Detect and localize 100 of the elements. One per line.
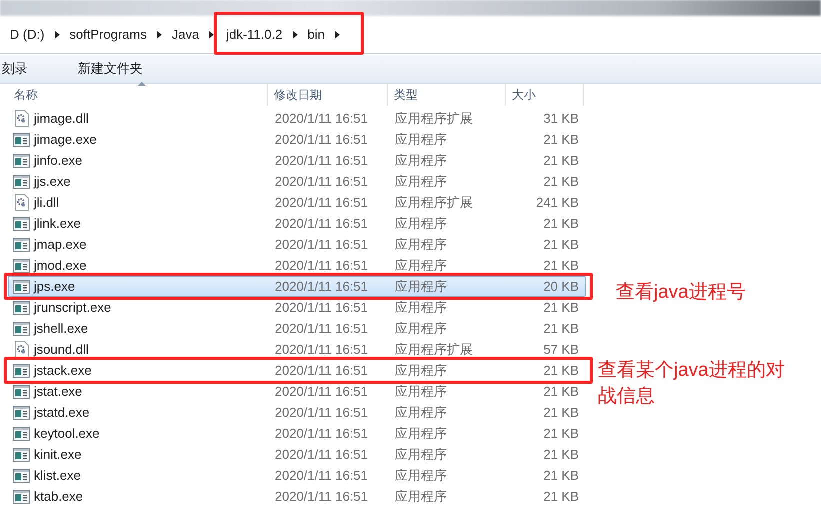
toolbar-button[interactable]: 刻录 (2, 60, 28, 78)
column-header[interactable]: 大小 (506, 84, 584, 106)
program-icon (13, 174, 30, 188)
modified-date: 2020/1/11 16:51 (274, 216, 370, 231)
program-icon (13, 448, 30, 462)
file-size: 21 KB (542, 426, 579, 441)
file-row[interactable]: kinit.exe 2020/1/11 16:51 应用程序 21 KB (8, 444, 586, 465)
modified-date: 2020/1/11 16:51 (274, 384, 370, 399)
gear-file-icon (14, 194, 28, 211)
file-size: 21 KB (542, 489, 579, 504)
modified-date: 2020/1/11 16:51 (274, 195, 370, 210)
file-size: 21 KB (542, 405, 579, 420)
file-row[interactable]: jimage.exe 2020/1/11 16:51 应用程序 21 KB (8, 129, 586, 150)
file-size: 21 KB (542, 216, 579, 231)
file-type: 应用程序 (394, 236, 448, 254)
program-icon (13, 154, 30, 168)
program-icon (13, 426, 30, 440)
file-row[interactable]: jshell.exe 2020/1/11 16:51 应用程序 21 KB (8, 318, 586, 339)
chevron-icon[interactable] (209, 30, 214, 38)
file-size: 20 KB (542, 279, 579, 294)
file-name: jmod.exe (34, 258, 87, 273)
file-size: 21 KB (542, 384, 579, 399)
modified-date: 2020/1/11 16:51 (274, 132, 370, 147)
file-row[interactable]: jmod.exe 2020/1/11 16:51 应用程序 21 KB (8, 255, 586, 276)
file-type: 应用程序 (394, 298, 448, 316)
file-type: 应用程序 (394, 320, 448, 338)
file-type: 应用程序 (394, 466, 448, 484)
file-size: 57 KB (542, 342, 579, 357)
path-crumb[interactable]: jdk-11.0.2 (222, 27, 287, 42)
annotation-note: 查看某个java进程的对战信息 (598, 359, 786, 409)
file-size: 21 KB (542, 132, 579, 147)
chevron-icon[interactable] (54, 30, 60, 38)
file-name: jstack.exe (34, 363, 92, 378)
modified-date: 2020/1/11 16:51 (274, 111, 370, 126)
modified-date: 2020/1/11 16:51 (274, 489, 370, 504)
column-header[interactable]: 类型 (388, 84, 506, 106)
program-icon (13, 216, 30, 230)
chevron-icon[interactable] (292, 30, 298, 38)
column-header[interactable]: 名称 (8, 84, 268, 106)
chevron-icon[interactable] (334, 30, 340, 38)
program-icon (13, 238, 30, 252)
path-crumb[interactable]: bin (304, 27, 329, 42)
program-icon (13, 322, 30, 336)
modified-date: 2020/1/11 16:51 (274, 426, 370, 441)
path-crumb[interactable]: softPrograms (66, 27, 151, 42)
file-row[interactable]: jrunscript.exe 2020/1/11 16:51 应用程序 21 KB (8, 297, 586, 318)
file-name: klist.exe (34, 468, 81, 483)
file-size: 21 KB (542, 321, 579, 336)
sort-caret-icon (138, 82, 146, 86)
program-icon (13, 364, 30, 378)
file-row[interactable]: jimage.dll 2020/1/11 16:51 应用程序扩展 31 KB (8, 108, 586, 129)
path-crumb[interactable]: D (D:) (6, 27, 49, 42)
column-header[interactable]: 修改日期 (268, 84, 388, 106)
file-row[interactable]: jmap.exe 2020/1/11 16:51 应用程序 21 KB (8, 234, 586, 255)
file-row[interactable]: jjs.exe 2020/1/11 16:51 应用程序 21 KB (8, 171, 586, 192)
file-type: 应用程序扩展 (394, 340, 474, 358)
modified-date: 2020/1/11 16:51 (274, 321, 370, 336)
file-type: 应用程序 (394, 424, 448, 442)
file-type: 应用程序 (394, 214, 448, 232)
file-name: kinit.exe (34, 447, 82, 462)
file-type: 应用程序 (394, 362, 448, 380)
file-size: 31 KB (542, 111, 579, 126)
file-size: 21 KB (542, 447, 579, 462)
file-name: jli.dll (34, 195, 60, 210)
file-name: jps.exe (34, 279, 76, 294)
modified-date: 2020/1/11 16:51 (274, 363, 370, 378)
chevron-icon[interactable] (156, 30, 162, 38)
file-type: 应用程序扩展 (394, 194, 474, 212)
file-name: jshell.exe (34, 321, 88, 336)
modified-date: 2020/1/11 16:51 (274, 342, 370, 357)
file-name: jinfo.exe (34, 153, 82, 168)
program-icon (13, 406, 30, 420)
file-row[interactable]: jinfo.exe 2020/1/11 16:51 应用程序 21 KB (8, 150, 586, 171)
file-row[interactable]: jlink.exe 2020/1/11 16:51 应用程序 21 KB (8, 213, 586, 234)
file-size: 21 KB (542, 258, 579, 273)
file-type: 应用程序 (394, 152, 448, 170)
toolbar-button[interactable]: 新建文件夹 (78, 60, 143, 78)
file-type: 应用程序 (394, 488, 448, 506)
file-row[interactable]: jstack.exe 2020/1/11 16:51 应用程序 21 KB (8, 360, 586, 381)
file-row[interactable]: keytool.exe 2020/1/11 16:51 应用程序 21 KB (8, 423, 586, 444)
file-type: 应用程序 (394, 278, 448, 296)
file-row[interactable]: jsound.dll 2020/1/11 16:51 应用程序扩展 57 KB (8, 339, 586, 360)
file-size: 21 KB (542, 363, 579, 378)
program-icon (13, 258, 30, 272)
path-crumb[interactable]: Java (168, 27, 204, 42)
annotation-note: 查看java进程号 (616, 281, 746, 305)
file-row[interactable]: ktab.exe 2020/1/11 16:51 应用程序 21 KB (8, 486, 586, 507)
file-name: jrunscript.exe (34, 300, 112, 315)
file-type: 应用程序 (394, 130, 448, 148)
file-row[interactable]: jstatd.exe 2020/1/11 16:51 应用程序 21 KB (8, 402, 586, 423)
modified-date: 2020/1/11 16:51 (274, 237, 370, 252)
file-name: jimage.dll (34, 111, 89, 126)
file-type: 应用程序 (394, 256, 448, 274)
file-row[interactable]: klist.exe 2020/1/11 16:51 应用程序 21 KB (8, 465, 586, 486)
modified-date: 2020/1/11 16:51 (274, 258, 370, 273)
program-icon (13, 490, 30, 504)
modified-date: 2020/1/11 16:51 (274, 447, 370, 462)
program-icon (13, 280, 30, 294)
file-row[interactable]: jstat.exe 2020/1/11 16:51 应用程序 21 KB (8, 381, 586, 402)
file-row[interactable]: jli.dll 2020/1/11 16:51 应用程序扩展 241 KB (8, 192, 586, 213)
